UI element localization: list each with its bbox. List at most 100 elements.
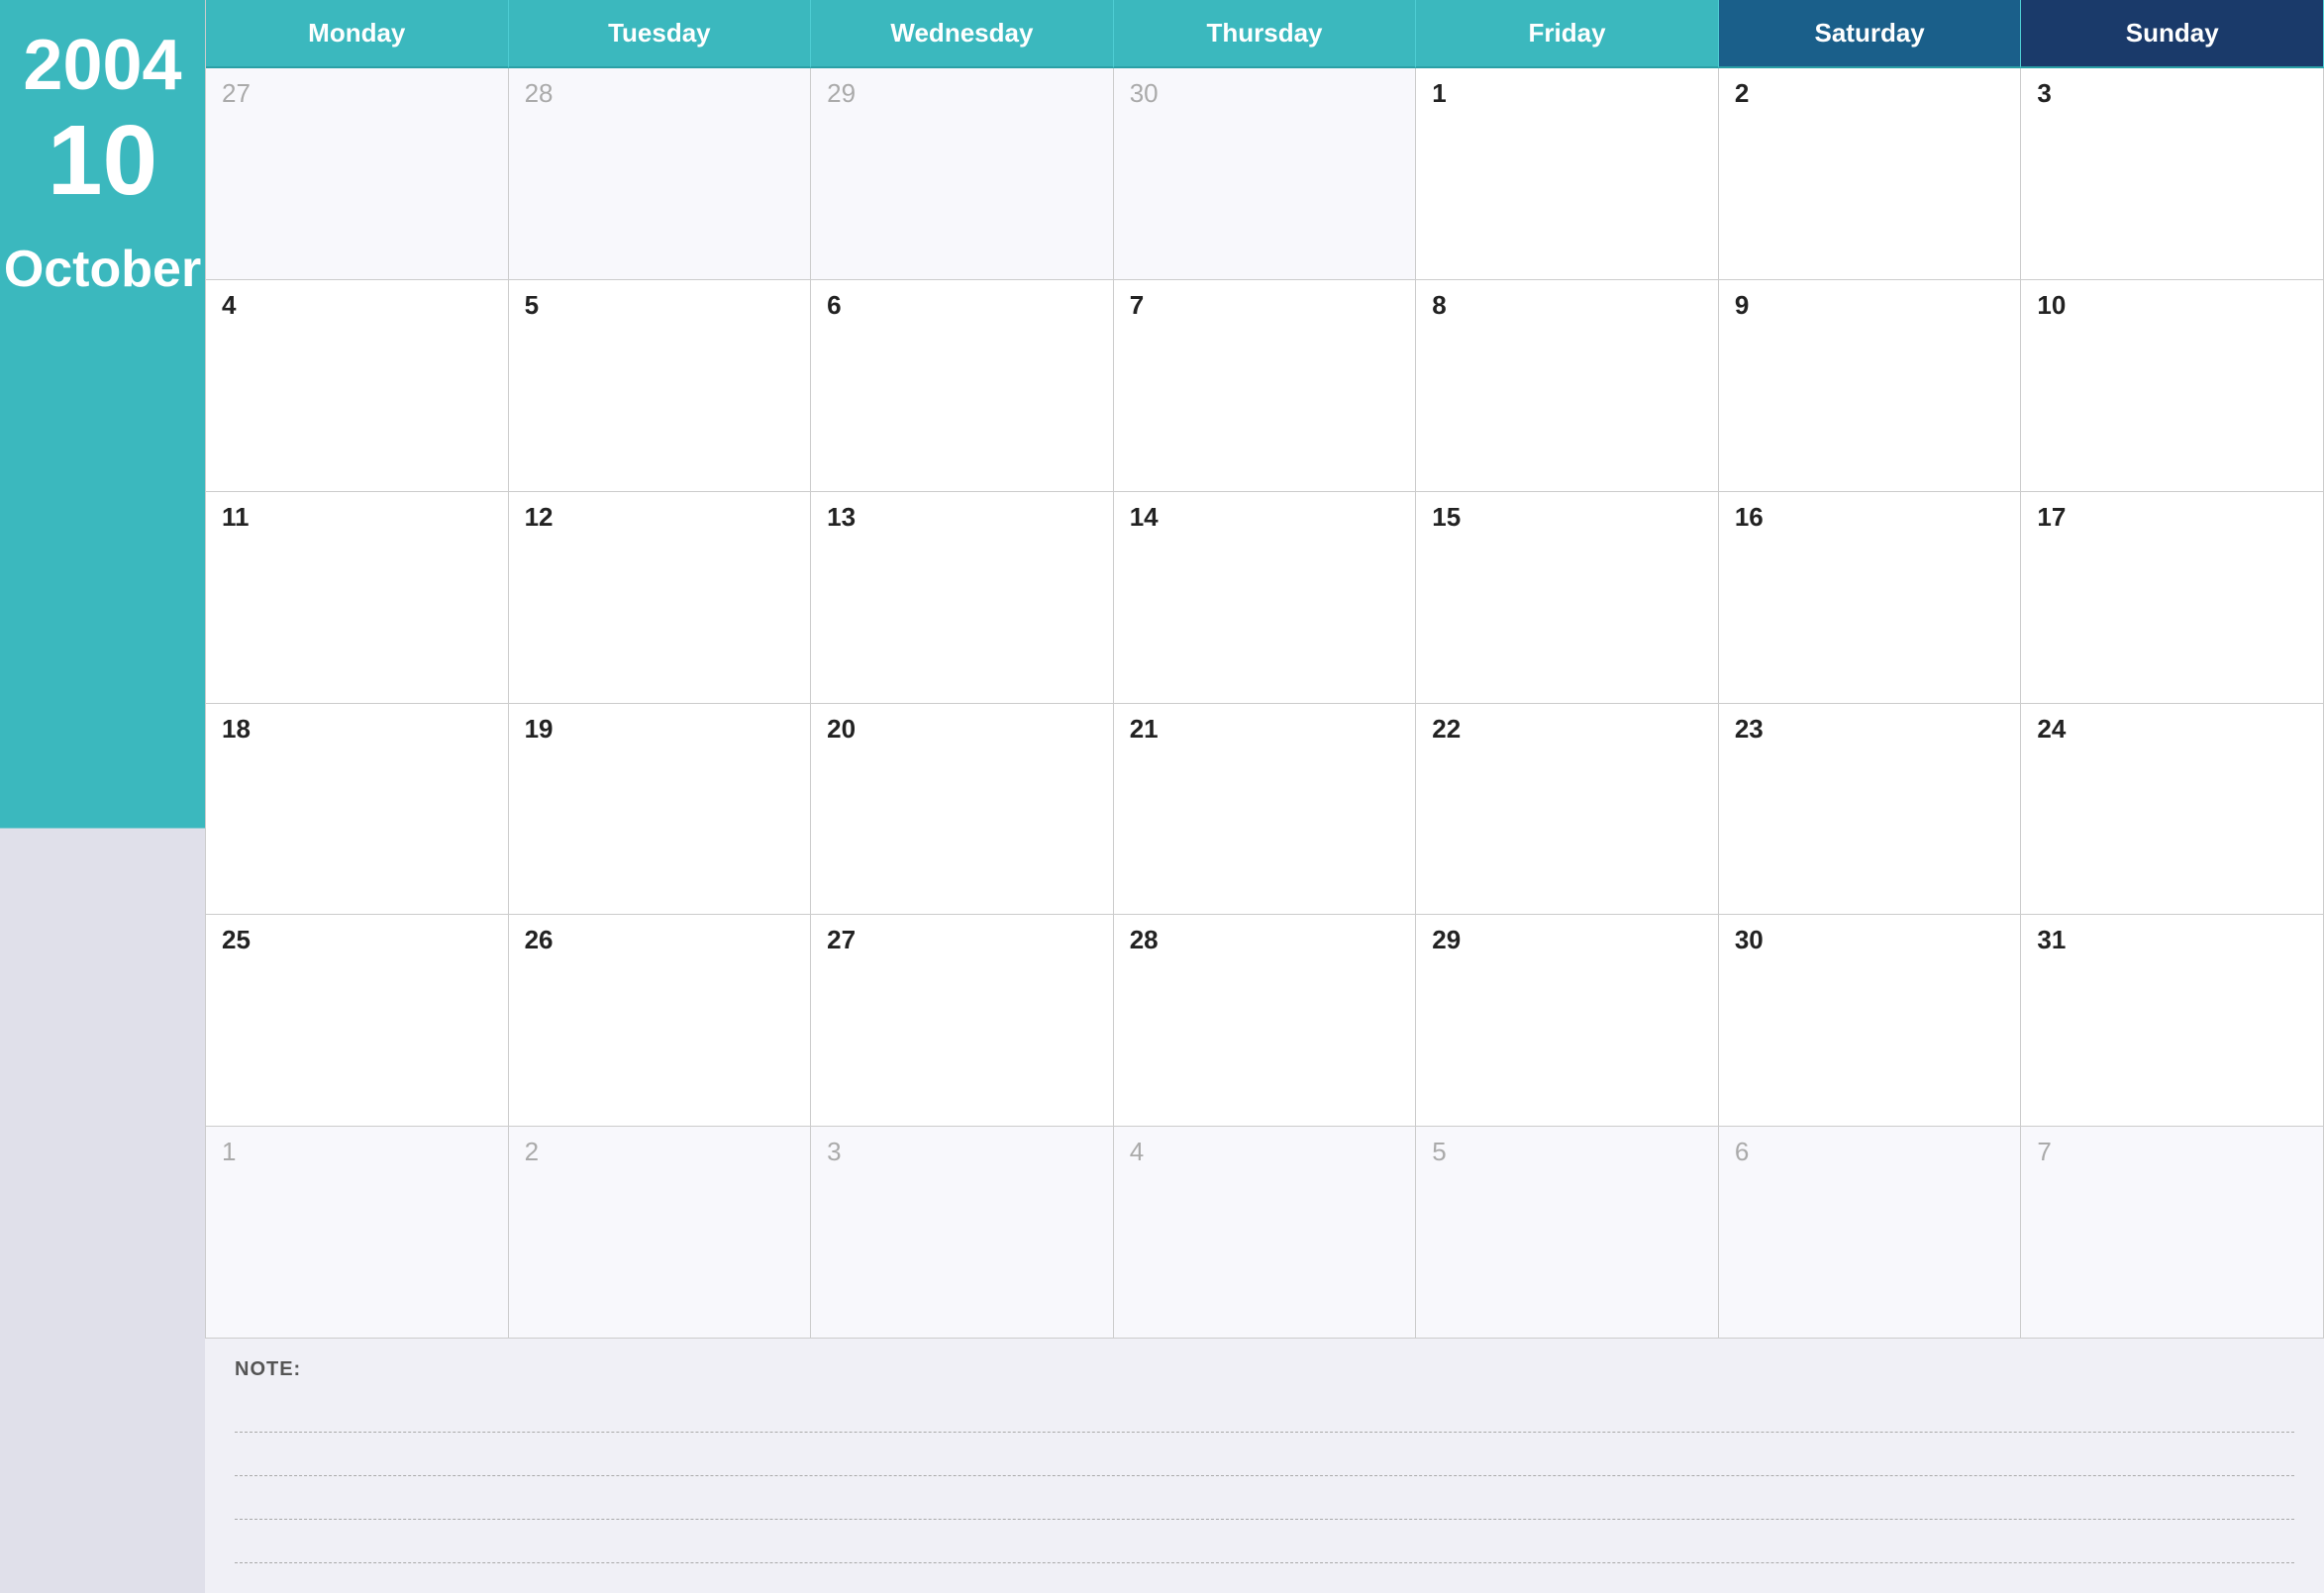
day-header-friday: Friday [1416,0,1719,68]
note-line[interactable] [235,1389,2294,1433]
day-cell[interactable]: 25 [206,915,509,1127]
day-number: 1 [1432,80,1702,106]
day-number: 17 [2037,504,2307,530]
day-number: 7 [1130,292,1400,318]
day-cell[interactable]: 5 [509,280,812,492]
day-cell[interactable]: 4 [206,280,509,492]
note-line[interactable] [235,1476,2294,1520]
day-cell[interactable]: 27 [206,68,509,280]
day-cell[interactable]: 14 [1114,492,1417,704]
day-number: 29 [1432,927,1702,952]
note-section: NOTE: [205,1339,2324,1593]
day-number: 15 [1432,504,1702,530]
day-number: 3 [827,1139,1097,1164]
note-line[interactable] [235,1433,2294,1476]
day-cell[interactable]: 31 [2021,915,2324,1127]
day-number: 31 [2037,927,2307,952]
day-header-monday: Monday [206,0,509,68]
day-number: 1 [222,1139,492,1164]
day-number: 5 [1432,1139,1702,1164]
day-number: 3 [2037,80,2307,106]
year-display: 2004 [23,30,181,101]
day-cell[interactable]: 22 [1416,704,1719,916]
day-number: 6 [827,292,1097,318]
day-header-wednesday: Wednesday [811,0,1114,68]
day-cell[interactable]: 20 [811,704,1114,916]
note-label: NOTE: [235,1358,2294,1381]
month-number-display: 10 [48,111,157,210]
day-number: 13 [827,504,1097,530]
day-cell[interactable]: 19 [509,704,812,916]
day-cell[interactable]: 15 [1416,492,1719,704]
day-cell[interactable]: 7 [2021,1127,2324,1339]
day-cell[interactable]: 12 [509,492,812,704]
calendar-grid: MondayTuesdayWednesdayThursdayFridaySatu… [205,0,2324,1339]
day-cell[interactable]: 3 [811,1127,1114,1339]
day-number: 12 [525,504,795,530]
day-cell[interactable]: 10 [2021,280,2324,492]
day-number: 18 [222,716,492,742]
day-number: 9 [1735,292,2005,318]
day-cell[interactable]: 18 [206,704,509,916]
note-line[interactable] [235,1520,2294,1563]
month-name-display: October [4,240,201,299]
day-number: 2 [525,1139,795,1164]
day-header-saturday: Saturday [1719,0,2022,68]
calendar-area: MondayTuesdayWednesdayThursdayFridaySatu… [205,0,2324,1593]
day-cell[interactable]: 2 [1719,68,2022,280]
day-number: 29 [827,80,1097,106]
day-cell[interactable]: 23 [1719,704,2022,916]
day-cell[interactable]: 26 [509,915,812,1127]
day-number: 8 [1432,292,1702,318]
day-cell[interactable]: 8 [1416,280,1719,492]
day-cell[interactable]: 29 [1416,915,1719,1127]
day-cell[interactable]: 24 [2021,704,2324,916]
day-number: 11 [222,504,492,530]
day-number: 5 [525,292,795,318]
day-cell[interactable]: 17 [2021,492,2324,704]
day-cell[interactable]: 7 [1114,280,1417,492]
day-cell[interactable]: 29 [811,68,1114,280]
day-header-sunday: Sunday [2021,0,2324,68]
day-number: 24 [2037,716,2307,742]
day-header-tuesday: Tuesday [509,0,812,68]
day-cell[interactable]: 21 [1114,704,1417,916]
day-cell[interactable]: 13 [811,492,1114,704]
day-number: 14 [1130,504,1400,530]
day-cell[interactable]: 30 [1114,68,1417,280]
day-number: 28 [525,80,795,106]
day-number: 28 [1130,927,1400,952]
day-cell[interactable]: 3 [2021,68,2324,280]
day-cell[interactable]: 28 [1114,915,1417,1127]
day-cell[interactable]: 6 [811,280,1114,492]
day-cell[interactable]: 28 [509,68,812,280]
day-cell[interactable]: 1 [1416,68,1719,280]
day-cell[interactable]: 2 [509,1127,812,1339]
day-cell[interactable]: 11 [206,492,509,704]
day-cell[interactable]: 1 [206,1127,509,1339]
day-number: 22 [1432,716,1702,742]
day-cell[interactable]: 30 [1719,915,2022,1127]
day-number: 26 [525,927,795,952]
day-number: 4 [1130,1139,1400,1164]
day-cell[interactable]: 4 [1114,1127,1417,1339]
day-cell[interactable]: 9 [1719,280,2022,492]
day-number: 6 [1735,1139,2005,1164]
day-number: 21 [1130,716,1400,742]
day-number: 23 [1735,716,2005,742]
day-cell[interactable]: 6 [1719,1127,2022,1339]
day-number: 30 [1130,80,1400,106]
day-number: 27 [222,80,492,106]
sidebar: 2004 10 October [0,0,205,1593]
day-header-thursday: Thursday [1114,0,1417,68]
day-number: 19 [525,716,795,742]
day-number: 30 [1735,927,2005,952]
day-number: 20 [827,716,1097,742]
day-cell[interactable]: 27 [811,915,1114,1127]
day-number: 4 [222,292,492,318]
day-number: 27 [827,927,1097,952]
day-number: 16 [1735,504,2005,530]
day-cell[interactable]: 5 [1416,1127,1719,1339]
day-cell[interactable]: 16 [1719,492,2022,704]
day-number: 25 [222,927,492,952]
